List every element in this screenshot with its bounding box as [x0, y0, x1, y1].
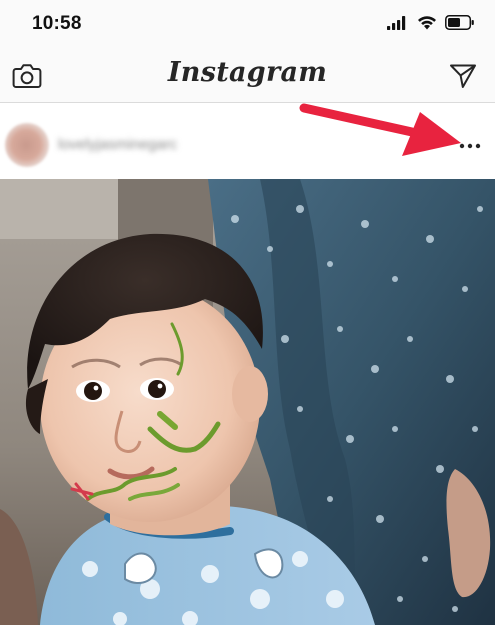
- avatar[interactable]: [5, 123, 49, 167]
- username[interactable]: lovelyjasminegarc: [58, 136, 177, 153]
- annotation-arrow: [299, 103, 461, 156]
- wifi-icon: [418, 16, 436, 30]
- screen: 10:58 Instagram lovelyjasminegarc: [0, 0, 495, 625]
- app-title: Instagram: [167, 57, 328, 88]
- post-photo-image: [0, 179, 495, 625]
- status-time: 10:58: [32, 13, 82, 34]
- direct-message-button[interactable]: [447, 60, 479, 92]
- signal-icon: [387, 15, 406, 30]
- status-bar: 10:58: [0, 0, 495, 50]
- post-photo[interactable]: [0, 179, 495, 625]
- status-icons: [387, 15, 475, 30]
- battery-icon: [445, 15, 474, 30]
- direct-message-icon: [450, 64, 476, 88]
